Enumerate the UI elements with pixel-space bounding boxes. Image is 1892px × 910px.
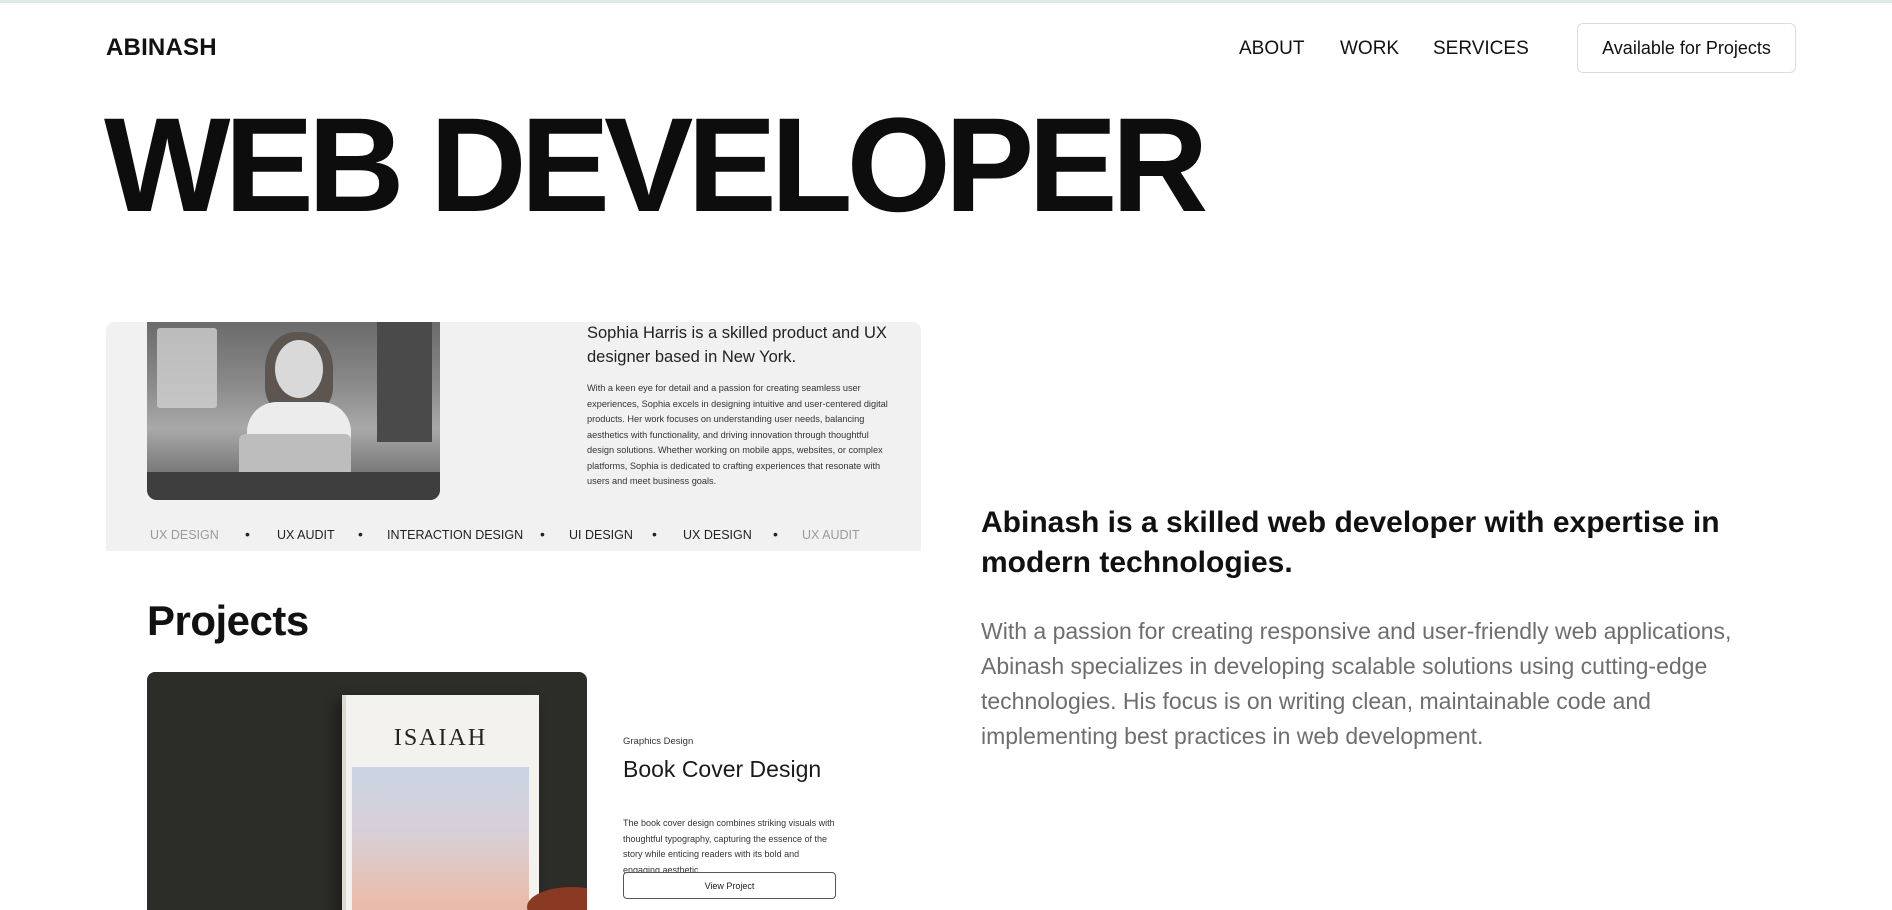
nav-link-about[interactable]: ABOUT	[1239, 38, 1304, 60]
intro-heading: Abinash is a skilled web developer with …	[981, 506, 1720, 579]
dot-separator-icon: •	[773, 526, 778, 542]
marquee-item: UI DESIGN	[569, 528, 633, 542]
marquee-item: UX DESIGN	[150, 528, 219, 542]
nav-link-work[interactable]: WORK	[1340, 38, 1399, 60]
photo-head-shape	[275, 340, 323, 398]
site-logo[interactable]: ABINASH	[106, 34, 217, 62]
marquee-item: UX AUDIT	[277, 528, 335, 542]
book-title: ISAIAH	[393, 725, 488, 751]
portfolio-preview: Sophia Harris is a skilled product and U…	[106, 322, 921, 910]
dot-separator-icon: •	[540, 526, 545, 542]
photo-shelf-shape	[377, 322, 432, 442]
bio-section: Sophia Harris is a skilled product and U…	[106, 322, 921, 551]
hero-title: WEB DEVELOPER	[104, 91, 1208, 240]
dot-separator-icon: •	[652, 526, 657, 542]
site-header: ABINASH ABOUT WORK SERVICES Available fo…	[0, 0, 1892, 96]
view-project-button[interactable]: View Project	[623, 872, 836, 899]
available-for-projects-button[interactable]: Available for Projects	[1577, 23, 1796, 73]
project-title: Book Cover Design	[623, 756, 822, 782]
project-category: Graphics Design	[623, 736, 694, 747]
intro-paragraph: With a passion for creating responsive a…	[981, 618, 1732, 749]
bio-paragraph: With a keen eye for detail and a passion…	[587, 383, 888, 486]
marquee-item: UX DESIGN	[683, 528, 752, 542]
project-description: The book cover design combines striking …	[623, 818, 835, 875]
nav-link-services[interactable]: SERVICES	[1433, 38, 1529, 60]
projects-heading: Projects	[147, 597, 309, 644]
project-thumbnail[interactable]: ISAIAH	[147, 672, 587, 910]
profile-photo	[147, 322, 440, 500]
photo-table-shape	[147, 472, 440, 500]
book-cover-art	[352, 767, 529, 910]
dot-separator-icon: •	[358, 526, 363, 542]
marquee-item: UX AUDIT	[802, 528, 860, 542]
bio-heading: Sophia Harris is a skilled product and U…	[587, 324, 887, 366]
book-cover-mockup: ISAIAH	[342, 695, 539, 910]
dot-separator-icon: •	[245, 526, 250, 542]
marquee-item: INTERACTION DESIGN	[387, 528, 524, 542]
photo-window-shape	[157, 328, 217, 408]
